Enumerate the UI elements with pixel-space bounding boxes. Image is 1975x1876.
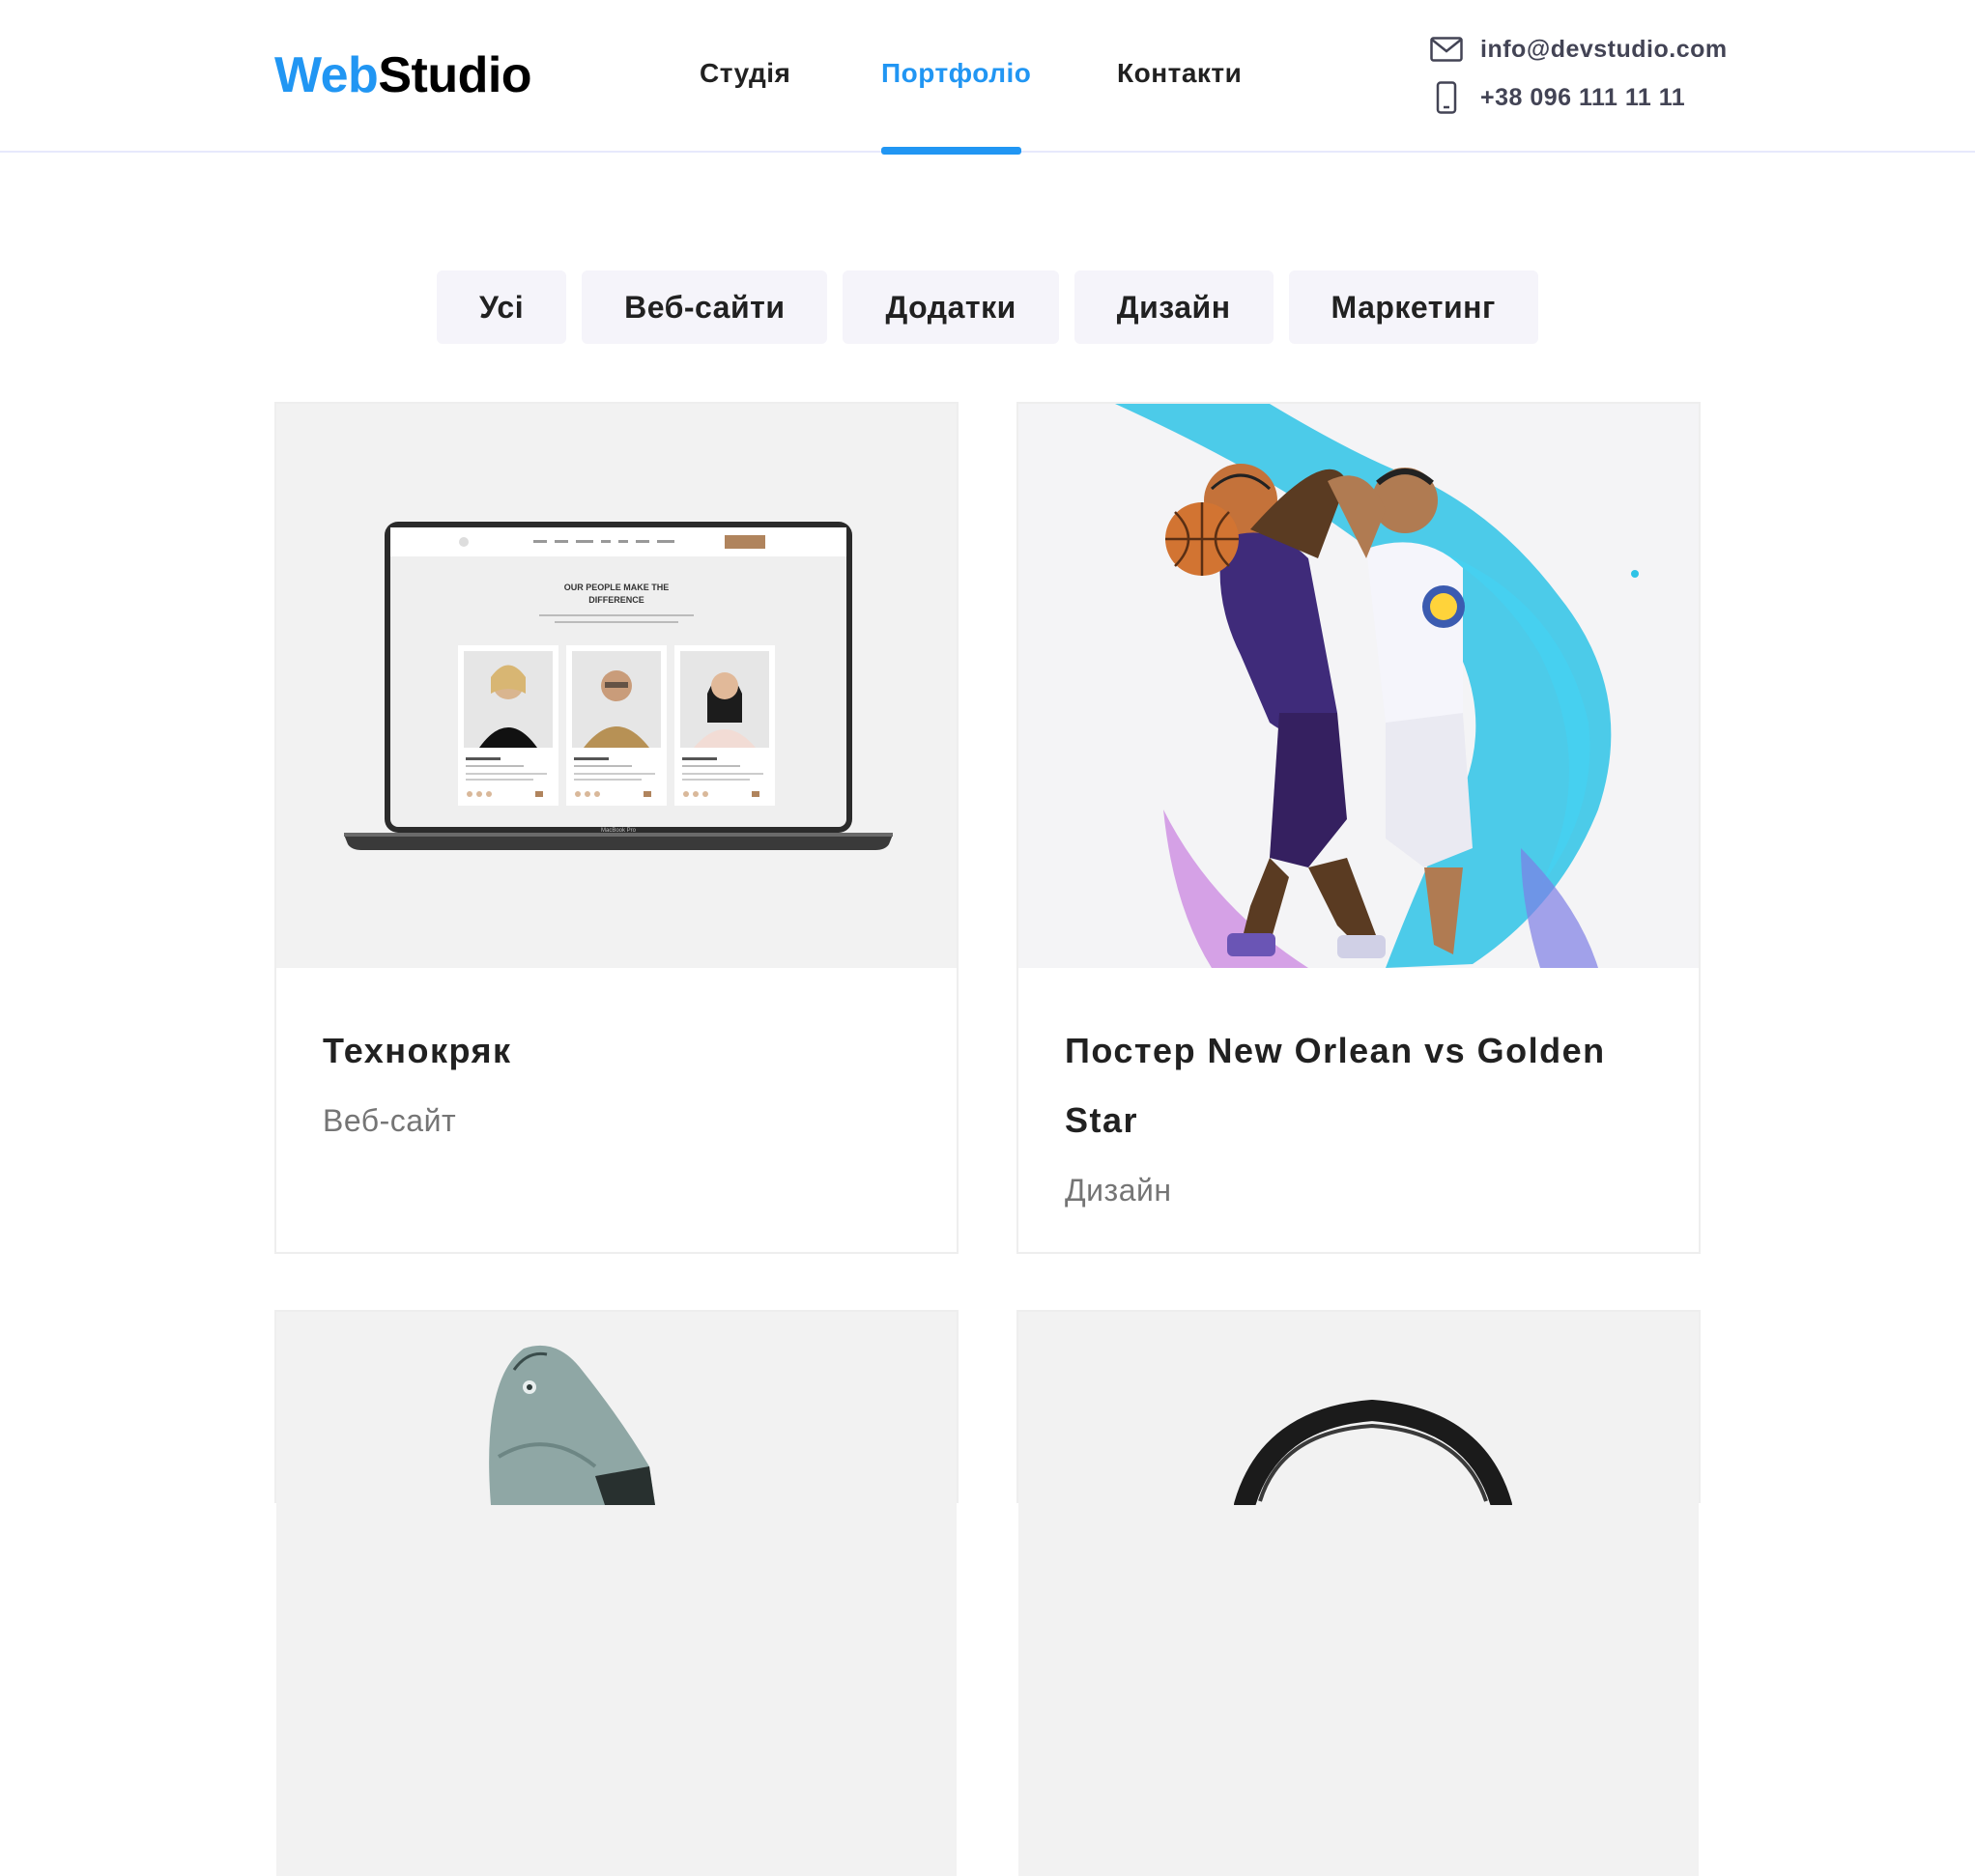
filter-websites-button[interactable]: Веб-сайти xyxy=(582,270,828,344)
mockup-brand: MacBook Pro xyxy=(601,828,637,834)
portfolio-filters: Усі Веб-сайти Додатки Дизайн Маркетинг xyxy=(437,270,1538,344)
card-body: Технокряк Веб-сайт xyxy=(276,968,957,1155)
card-image-fish xyxy=(276,1312,957,1876)
headphones-image xyxy=(1018,1312,1699,1516)
contact-email-link[interactable]: info@devstudio.com xyxy=(1430,33,1728,66)
portfolio-card[interactable]: OUR PEOPLE MAKE THE DIFFERENCE MacBook P… xyxy=(274,402,959,1254)
contact-phone-link[interactable]: +38 096 111 11 11 xyxy=(1430,81,1685,114)
filter-apps-button[interactable]: Додатки xyxy=(843,270,1059,344)
mockup-heading-1: OUR PEOPLE MAKE THE xyxy=(564,583,670,592)
filter-all-button[interactable]: Усі xyxy=(437,270,567,344)
card-category: Дизайн xyxy=(1065,1173,1172,1208)
nav-item-contacts[interactable]: Контакти xyxy=(1117,54,1242,93)
phone-icon xyxy=(1430,81,1463,114)
card-image-poster xyxy=(1018,404,1699,968)
card-image-laptop: OUR PEOPLE MAKE THE DIFFERENCE MacBook P… xyxy=(276,404,957,968)
mail-icon xyxy=(1430,33,1463,66)
filter-marketing-button[interactable]: Маркетинг xyxy=(1288,270,1538,344)
logo[interactable]: WebStudio xyxy=(274,45,532,105)
card-body: Постер New Orlean vs Golden Star Дизайн xyxy=(1018,968,1699,1225)
contact-email: info@devstudio.com xyxy=(1480,35,1728,63)
nav-item-portfolio[interactable]: Портфоліо xyxy=(881,54,1031,93)
card-title: Постер New Orlean vs Golden Star xyxy=(1065,1031,1606,1140)
nav-active-indicator xyxy=(881,147,1021,155)
card-image-headphones xyxy=(1018,1312,1699,1876)
filter-design-button[interactable]: Дизайн xyxy=(1073,270,1274,344)
fish-illustration-image xyxy=(276,1312,957,1505)
portfolio-card[interactable]: Постер New Orlean vs Golden Star Дизайн xyxy=(1016,402,1701,1254)
nav-item-studio[interactable]: Студія xyxy=(700,54,790,93)
laptop-mockup-image: OUR PEOPLE MAKE THE DIFFERENCE MacBook P… xyxy=(276,404,957,968)
contact-phone: +38 096 111 11 11 xyxy=(1480,83,1686,111)
site-header: WebStudio Студія Портфоліо Контакти info… xyxy=(0,0,1975,155)
logo-part-web: Web xyxy=(274,47,379,103)
portfolio-card[interactable] xyxy=(274,1310,959,1876)
basketball-poster-image xyxy=(1018,404,1699,968)
portfolio-card[interactable] xyxy=(1016,1310,1701,1876)
card-title: Технокряк xyxy=(323,1031,512,1070)
logo-part-studio: Studio xyxy=(378,47,532,103)
card-category: Веб-сайт xyxy=(323,1103,457,1138)
mockup-heading-2: DIFFERENCE xyxy=(588,595,644,605)
